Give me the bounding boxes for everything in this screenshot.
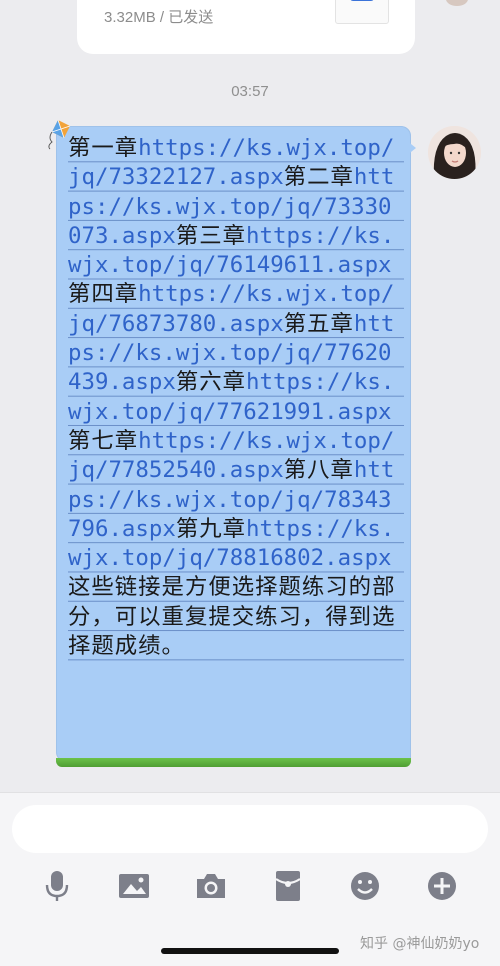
add-icon[interactable] — [422, 866, 462, 906]
file-size-status: 3.32MB / 已发送 — [104, 9, 214, 26]
message-text-segment: 第九章 — [175, 515, 247, 542]
image-icon[interactable] — [114, 866, 154, 906]
message-input[interactable] — [12, 805, 488, 853]
avatar[interactable] — [428, 126, 481, 179]
red-packet-icon[interactable] — [268, 866, 308, 906]
message-text-segment: 第七章 — [68, 427, 139, 454]
message-text-segment: 第四章 — [68, 281, 139, 308]
bubble-tail — [406, 140, 416, 156]
message-text-segment: 这些链接是方便选择题练习的部分，可以重复提交练习，得到选择题成绩。 — [68, 574, 396, 660]
message-text-segment: 第六章 — [175, 369, 247, 396]
bubble-grass-decoration — [56, 758, 411, 767]
share-file-icon[interactable] — [335, 0, 389, 24]
watermark: 知乎 @神仙奶奶yo — [360, 936, 480, 952]
message-text-segment: 第八章 — [283, 457, 354, 484]
message-text-segment: 第三章 — [175, 222, 247, 249]
camera-icon[interactable] — [191, 866, 231, 906]
home-indicator[interactable] — [161, 948, 339, 954]
message-text-segment: 第二章 — [283, 164, 354, 191]
message-text-segment: 第一章 — [68, 135, 139, 161]
message-text: 第一章https://ks.wjx.top/jq/73322127.aspx第二… — [68, 134, 404, 662]
message-text-segment: 第五章 — [283, 310, 354, 337]
message-timestamp: 03:57 — [231, 83, 269, 100]
file-message-card[interactable]: 3.32MB / 已发送 — [77, 0, 415, 54]
emoji-icon[interactable] — [345, 866, 385, 906]
microphone-icon[interactable] — [37, 866, 77, 906]
avatar-partial — [446, 0, 468, 6]
